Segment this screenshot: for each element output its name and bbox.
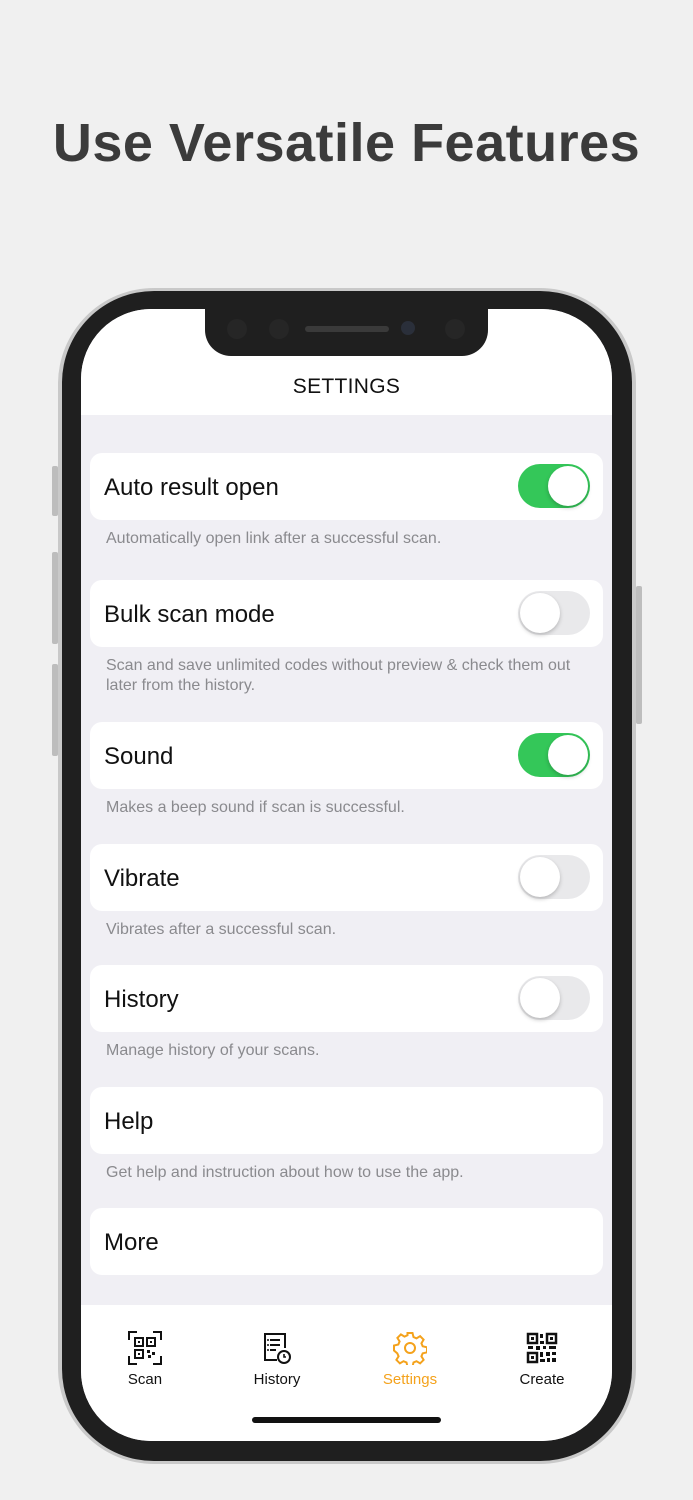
setting-label: Help: [104, 1108, 154, 1135]
setting-label: Auto result open: [104, 474, 279, 501]
app-screen: SETTINGS Auto result open Automatically …: [81, 309, 612, 1441]
setting-label: Sound: [104, 743, 174, 770]
phone-power-button: [636, 586, 642, 724]
setting-description: Manage history of your scans.: [106, 1042, 320, 1059]
promo-headline: Use Versatile Features: [52, 113, 641, 173]
phone-volume-up: [52, 552, 58, 644]
setting-description: Scan and save unlimited codes without pr…: [106, 657, 571, 694]
setting-label: Vibrate: [104, 865, 180, 892]
tab-scan[interactable]: Scan: [81, 1331, 211, 1388]
page-title: SETTINGS: [292, 375, 401, 398]
setting-description: Get help and instruction about how to us…: [106, 1164, 464, 1181]
home-indicator[interactable]: [252, 1417, 441, 1423]
tab-label: History: [253, 1371, 301, 1388]
phone-volume-down: [52, 664, 58, 756]
scan-icon: [128, 1331, 162, 1365]
toggle-knob: [548, 466, 588, 506]
auto-result-open-toggle[interactable]: [518, 464, 590, 508]
setting-bulk-scan-mode[interactable]: Bulk scan mode: [90, 580, 603, 647]
tab-create[interactable]: Create: [476, 1331, 608, 1388]
setting-description: Automatically open link after a successf…: [106, 530, 442, 547]
tab-label: Create: [519, 1371, 565, 1388]
sensor-icon: [269, 319, 289, 339]
setting-history[interactable]: History: [90, 965, 603, 1032]
setting-auto-result-open[interactable]: Auto result open: [90, 453, 603, 520]
tab-history[interactable]: History: [211, 1331, 343, 1388]
tab-label: Settings: [382, 1371, 438, 1388]
setting-description: Vibrates after a successful scan.: [106, 921, 337, 938]
camera-icon: [401, 321, 415, 335]
phone-mute-switch: [52, 466, 58, 516]
gear-icon: [393, 1332, 427, 1365]
toggle-knob: [520, 857, 560, 897]
speaker-grille: [305, 326, 389, 332]
setting-sound[interactable]: Sound: [90, 722, 603, 789]
history-icon: [264, 1333, 291, 1364]
toggle-knob: [520, 978, 560, 1018]
sensor-icon: [445, 319, 465, 339]
sensor-icon: [227, 319, 247, 339]
phone-notch: [205, 305, 488, 356]
sound-toggle[interactable]: [518, 733, 590, 777]
history-toggle[interactable]: [518, 976, 590, 1020]
vibrate-toggle[interactable]: [518, 855, 590, 899]
tab-label: Scan: [127, 1371, 163, 1388]
setting-label: Bulk scan mode: [104, 601, 275, 628]
setting-help[interactable]: Help: [90, 1087, 603, 1154]
setting-label: History: [104, 986, 179, 1013]
toggle-knob: [548, 735, 588, 775]
setting-vibrate[interactable]: Vibrate: [90, 844, 603, 911]
setting-description: Makes a beep sound if scan is successful…: [106, 799, 405, 816]
tab-settings[interactable]: Settings: [344, 1331, 476, 1388]
qr-code-icon: [526, 1332, 558, 1364]
setting-more[interactable]: More: [90, 1208, 603, 1275]
bulk-scan-mode-toggle[interactable]: [518, 591, 590, 635]
toggle-knob: [520, 593, 560, 633]
setting-label: More: [104, 1229, 159, 1256]
